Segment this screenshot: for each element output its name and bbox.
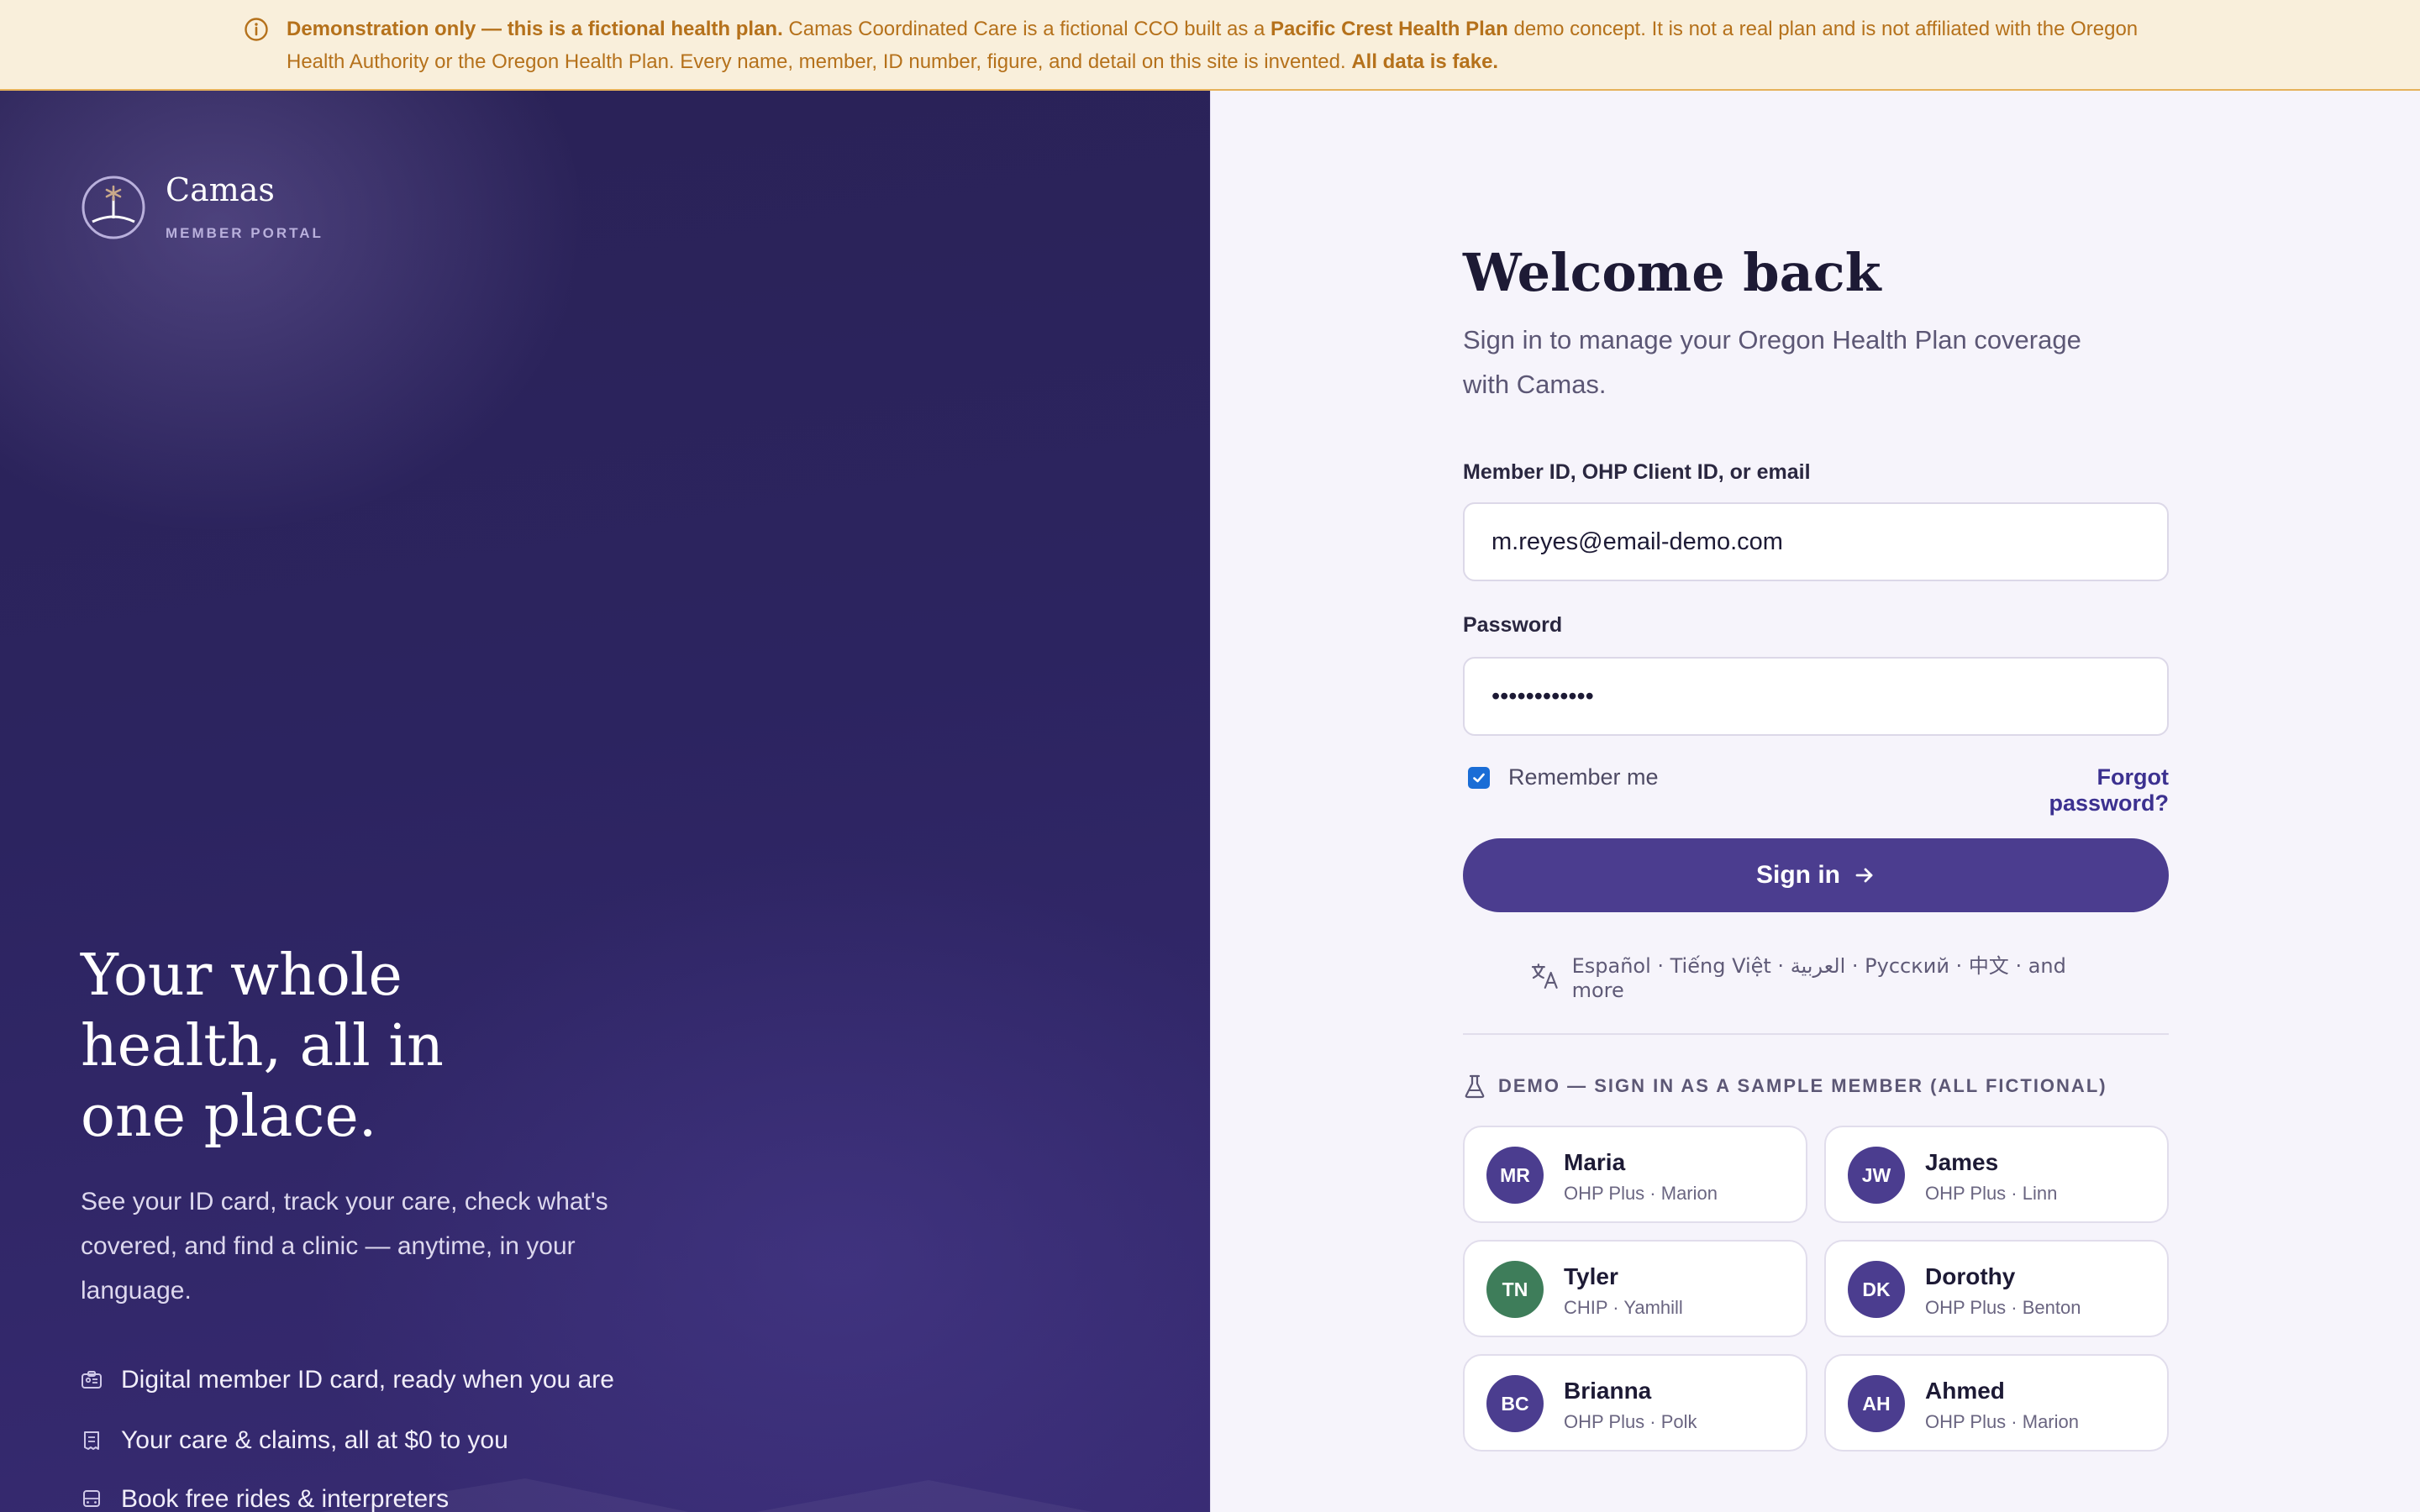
member-name: Brianna [1564,1378,1652,1404]
banner-text: Demonstration only — this is a fictional… [287,13,2186,78]
section-divider [1463,1033,2169,1035]
info-icon [245,18,268,41]
member-id-label: Member ID, OHP Client ID, or email [1463,460,1811,484]
password-input[interactable] [1463,657,2169,736]
sample-member-card-brianna[interactable]: BC Brianna OHP Plus · Polk [1463,1354,1807,1452]
login-panel: Welcome back Sign in to manage your Oreg… [1210,91,2420,1512]
member-plan: OHP Plus · Polk [1564,1411,1697,1432]
id-card-icon [82,1371,102,1389]
checkmark-icon [1473,773,1485,782]
brand-name: Camas [166,171,275,208]
member-name: Dorothy [1925,1263,2016,1289]
avatar: BC [1486,1375,1544,1432]
password-label: Password [1463,613,1563,637]
member-name: Tyler [1564,1263,1618,1289]
hero-description: See your ID card, track your care, check… [81,1188,608,1305]
member-plan: OHP Plus · Marion [1925,1411,2079,1432]
banner-bold-tail: All data is fake. [1351,50,1499,73]
demo-heading-text: DEMO — SIGN IN AS A SAMPLE MEMBER (ALL F… [1498,1075,2107,1096]
arrow-right-icon [1855,868,1873,883]
banner-text-a: Camas Coordinated Care is a fictional CC… [782,18,1271,40]
brand-subtitle: MEMBER PORTAL [166,225,324,241]
member-plan: CHIP · Yamhill [1564,1297,1683,1318]
banner-bold-lead: Demonstration only — this is a fictional… [287,18,783,40]
sample-member-card-dorothy[interactable]: DK Dorothy OHP Plus · Benton [1824,1240,2169,1337]
sample-member-card-ahmed[interactable]: AH Ahmed OHP Plus · Marion [1824,1354,2169,1452]
login-title: Welcome back [1463,242,1881,303]
demo-heading: DEMO — SIGN IN AS A SAMPLE MEMBER (ALL F… [1463,1074,2107,1099]
feature-item-claims: Your care & claims, all at $0 to you [81,1424,508,1457]
flask-icon [1465,1074,1485,1099]
banner-bold-plan: Pacific Crest Health Plan [1270,18,1508,40]
member-name: Ahmed [1925,1378,2005,1404]
member-id-input[interactable] [1463,502,2169,581]
demo-banner: Demonstration only — this is a fictional… [0,0,2420,91]
avatar: MR [1486,1147,1544,1204]
feature-label: Digital member ID card, ready when you a… [121,1366,614,1394]
remember-checkbox[interactable] [1468,766,1490,789]
forgot-password-link[interactable]: Forgot password? [1984,764,2169,816]
language-options[interactable]: Español · Tiếng Việt · العربية · Русский… [1530,949,2118,1002]
avatar: DK [1848,1261,1905,1318]
avatar: AH [1848,1375,1905,1432]
translate-icon [1531,963,1558,989]
feature-item-id-card: Digital member ID card, ready when you a… [81,1363,614,1397]
sample-member-card-maria[interactable]: MR Maria OHP Plus · Marion [1463,1126,1807,1223]
mountain-decoration [319,1478,1092,1512]
receipt-icon [84,1431,99,1450]
sample-member-card-james[interactable]: JW James OHP Plus · Linn [1824,1126,2169,1223]
hero-panel: Camas MEMBER PORTAL Your whole health, a… [0,91,1210,1512]
sign-in-button[interactable]: Sign in [1463,838,2169,912]
language-list[interactable]: Español · Tiếng Việt · العربية · Русский… [1572,949,2118,1002]
remember-me[interactable]: Remember me [1468,764,1659,790]
sign-in-label: Sign in [1756,861,1840,889]
member-name: James [1925,1149,1999,1175]
sample-member-card-tyler[interactable]: TN Tyler CHIP · Yamhill [1463,1240,1807,1337]
login-subtitle: Sign in to manage your Oregon Health Pla… [1463,325,2081,399]
member-name: Maria [1564,1149,1626,1175]
member-plan: OHP Plus · Linn [1925,1183,2058,1204]
feature-label: Your care & claims, all at $0 to you [121,1426,508,1454]
avatar: JW [1848,1147,1905,1204]
remember-label: Remember me [1508,764,1659,790]
avatar: TN [1486,1261,1544,1318]
hero-title: Your whole health, all in one place. [81,942,444,1150]
member-plan: OHP Plus · Benton [1925,1297,2081,1318]
member-plan: OHP Plus · Marion [1564,1183,1718,1204]
camas-logo-icon [82,176,145,239]
